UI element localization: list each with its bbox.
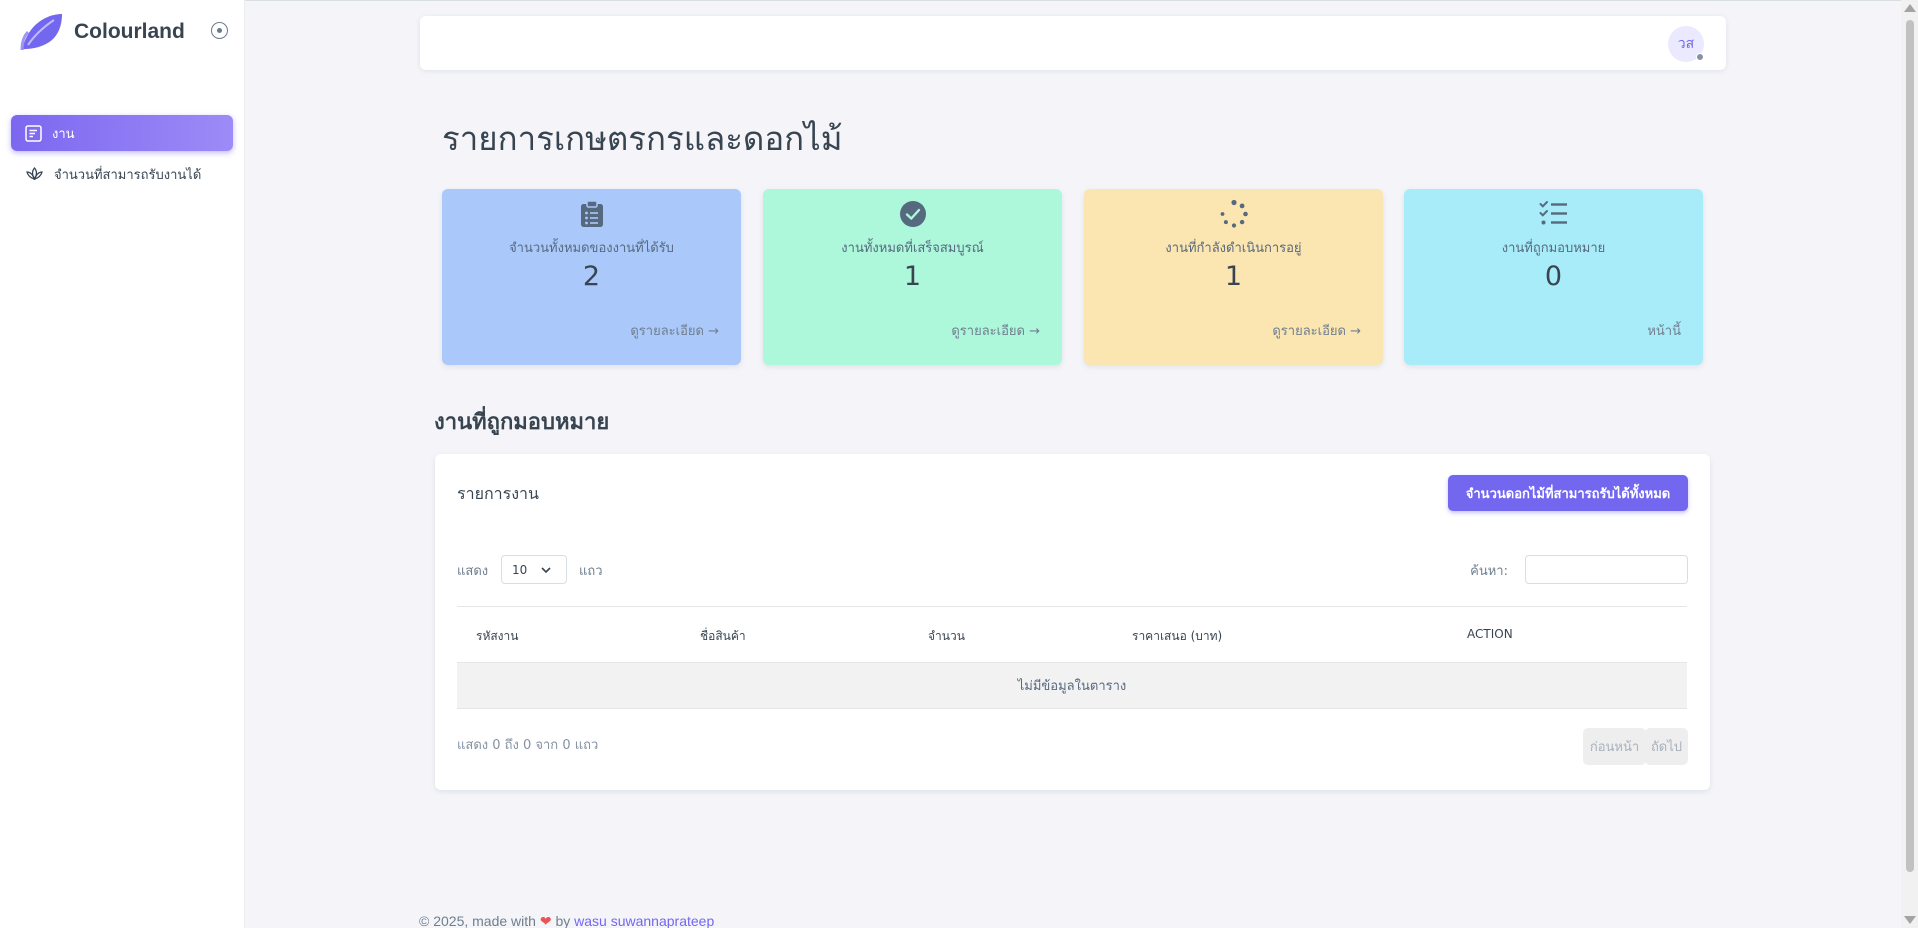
stat-label: งานทั้งหมดที่เสร็จสมบูรณ์	[841, 241, 984, 256]
scroll-down-arrow-icon[interactable]	[1904, 916, 1916, 924]
stat-card-assigned: งานที่ถูกมอบหมาย 0 หน้านี้	[1404, 189, 1703, 365]
window-top-border	[0, 0, 1918, 1]
column-header[interactable]: ราคาเสนอ (บาท)	[1132, 627, 1222, 646]
view-details-link[interactable]: ดูรายละเอียด →	[1272, 320, 1361, 341]
loader-icon	[1219, 199, 1249, 229]
column-header[interactable]: ชื่อสินค้า	[700, 627, 746, 646]
view-details-link[interactable]: ดูรายละเอียด →	[951, 320, 1040, 341]
sidebar-item-tasks[interactable]: งาน	[11, 115, 233, 151]
rows-per-page-select[interactable]: 10	[501, 555, 567, 584]
sidebar-toggle-icon[interactable]	[211, 22, 228, 39]
column-header[interactable]: รหัสงาน	[476, 627, 518, 646]
leaf-logo-icon	[20, 14, 62, 51]
table-info: แสดง 0 ถึง 0 จาก 0 แถว	[457, 738, 599, 753]
check-circle-icon	[898, 199, 928, 229]
brand[interactable]: Colourland	[20, 12, 185, 52]
sidebar-item-capacity[interactable]: จำนวนที่สามารถรับงานได้	[11, 156, 233, 192]
vertical-scrollbar[interactable]	[1901, 0, 1918, 928]
stat-card-completed: งานทั้งหมดที่เสร็จสมบูรณ์ 1 ดูรายละเอียด…	[763, 189, 1062, 365]
table-header: รหัสงาน ชื่อสินค้า จำนวน ราคาเสนอ (บาท) …	[457, 606, 1687, 662]
lotus-icon	[26, 166, 43, 181]
search-label: ค้นหา:	[1470, 564, 1508, 579]
stat-value: 2	[582, 261, 601, 292]
footer-copyright: © 2025, made with	[419, 913, 536, 928]
tasks-table-card: รายการงาน จำนวนดอกไม้ที่สามารถรับได้ทั้ง…	[435, 454, 1710, 790]
checklist-icon	[1539, 199, 1569, 229]
heart-icon: ❤	[539, 913, 552, 928]
table-card-title: รายการงาน	[457, 484, 539, 503]
sidebar-item-label: จำนวนที่สามารถรับงานได้	[54, 167, 202, 183]
next-page-button[interactable]: ถัดไป	[1645, 728, 1688, 765]
clipboard-list-icon	[577, 199, 607, 229]
page-title: รายการเกษตรกรและดอกไม้	[442, 119, 843, 158]
author-link[interactable]: wasu suwannaprateep	[574, 913, 714, 928]
status-indicator	[1696, 53, 1704, 61]
user-avatar[interactable]: วส	[1668, 26, 1704, 62]
stat-value: 1	[903, 261, 922, 292]
chevron-down-icon	[541, 567, 551, 574]
stat-card-total: จำนวนทั้งหมดของงานที่ได้รับ 2 ดูรายละเอี…	[442, 189, 741, 365]
section-title: งานที่ถูกมอบหมาย	[434, 410, 610, 435]
stat-label: งานที่กำลังดำเนินการอยู่	[1165, 241, 1302, 256]
sidebar: Colourland งาน จำนวนที่สามารถรับงานได้	[0, 0, 245, 928]
top-navbar: วส	[420, 16, 1726, 70]
stat-label: งานที่ถูกมอบหมาย	[1501, 241, 1606, 256]
flower-capacity-button[interactable]: จำนวนดอกไม้ที่สามารถรับได้ทั้งหมด	[1448, 475, 1688, 511]
rows-per-page-value: 10	[512, 562, 528, 577]
column-header[interactable]: จำนวน	[928, 627, 965, 646]
stat-value: 1	[1224, 261, 1243, 292]
length-prefix-label: แสดง	[457, 564, 489, 579]
this-page-link[interactable]: หน้านี้	[1647, 320, 1681, 341]
stat-label: จำนวนทั้งหมดของงานที่ได้รับ	[509, 241, 674, 256]
task-list-icon	[25, 124, 42, 142]
view-details-link[interactable]: ดูรายละเอียด →	[630, 320, 719, 341]
stat-card-in-progress: งานที่กำลังดำเนินการอยู่ 1 ดูรายละเอียด …	[1084, 189, 1383, 365]
length-suffix-label: แถว	[579, 564, 603, 579]
scroll-up-arrow-icon[interactable]	[1904, 4, 1916, 12]
column-header[interactable]: ACTION	[1467, 627, 1513, 641]
app-name: Colourland	[74, 20, 185, 43]
sidebar-item-label: งาน	[52, 126, 75, 142]
avatar-initials: วส	[1677, 36, 1695, 52]
scrollbar-thumb[interactable]	[1906, 20, 1914, 872]
stat-value: 0	[1544, 261, 1563, 292]
footer-by: by	[555, 913, 571, 928]
empty-table-row: ไม่มีข้อมูลในตาราง	[457, 662, 1687, 709]
search-input[interactable]	[1525, 555, 1688, 584]
footer: © 2025, made with ❤ by wasu suwannaprate…	[419, 913, 714, 928]
previous-page-button[interactable]: ก่อนหน้า	[1583, 728, 1646, 765]
